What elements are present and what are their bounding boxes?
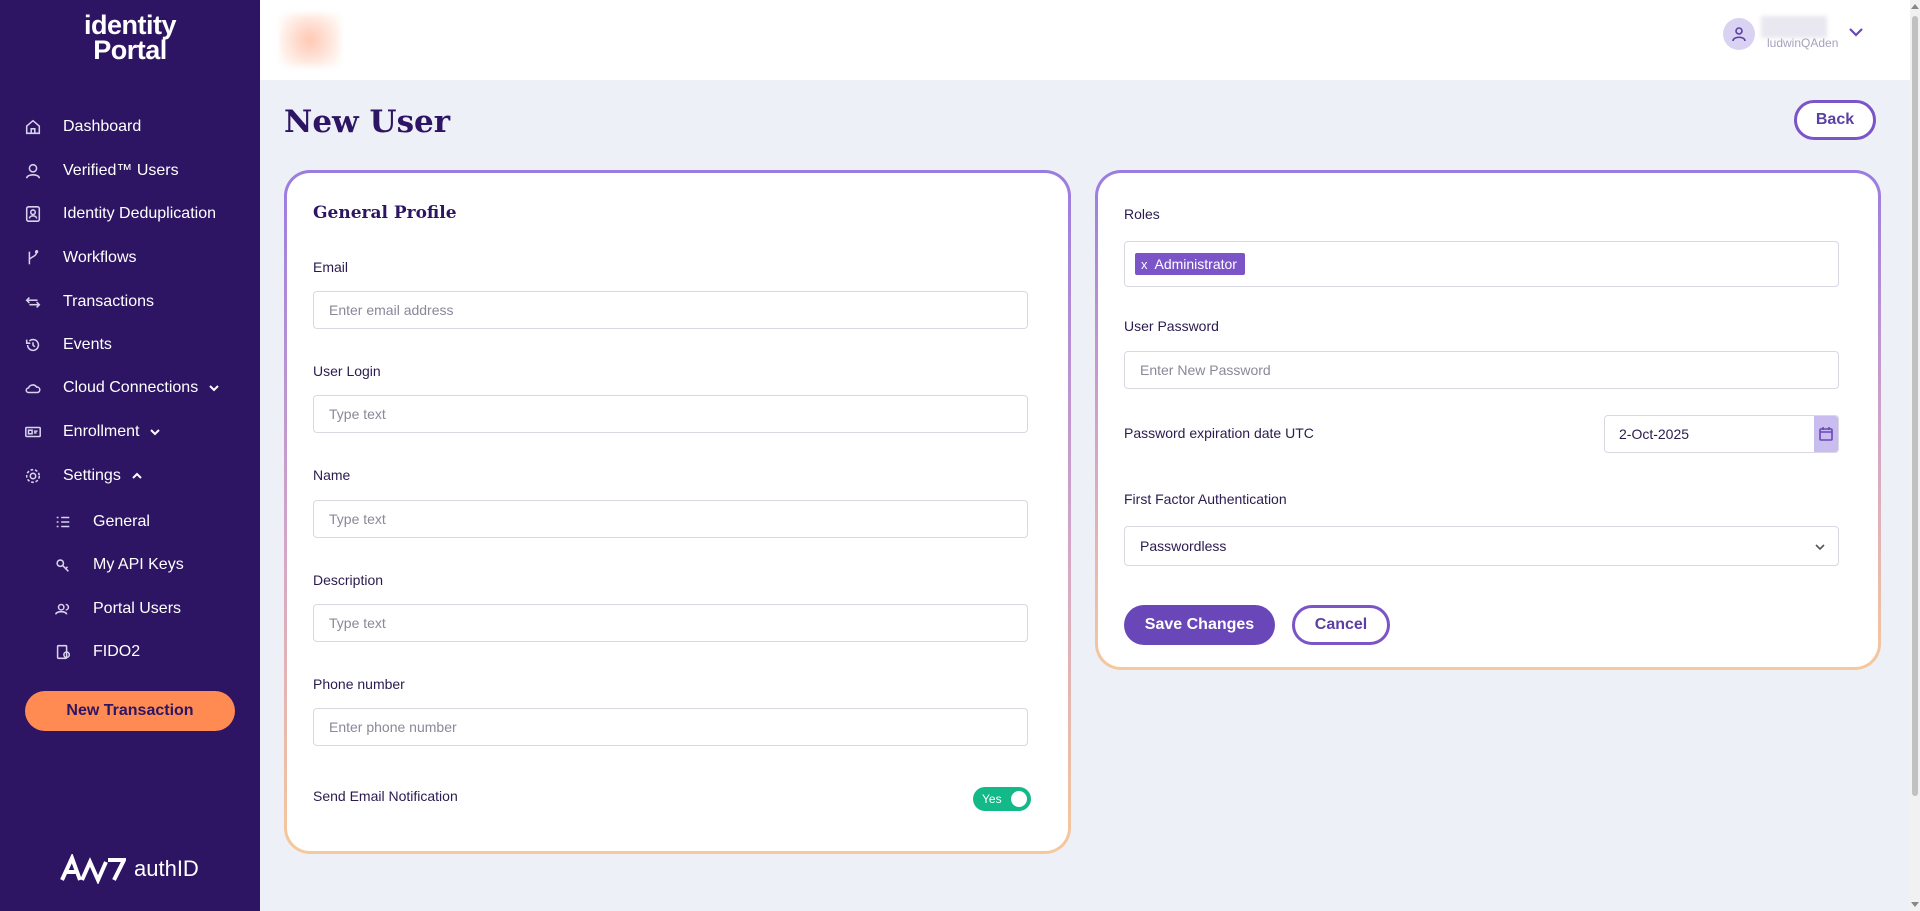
sidebar-item-general[interactable]: General xyxy=(54,505,254,539)
sidebar-item-label: Cloud Connections xyxy=(63,379,199,396)
save-changes-button[interactable]: Save Changes xyxy=(1124,605,1275,645)
user-menu[interactable]: ludwinQAden xyxy=(1723,16,1865,52)
sidebar-item-label: Settings xyxy=(63,467,121,484)
history-icon xyxy=(24,335,50,355)
phone-field[interactable] xyxy=(313,708,1028,746)
chevron-down-icon xyxy=(1814,540,1826,556)
sidebar-item-label: Enrollment xyxy=(63,423,140,440)
gear-icon xyxy=(24,466,50,486)
sidebar-item-identity-deduplication[interactable]: Identity Deduplication xyxy=(24,197,254,231)
email-label: Email xyxy=(313,259,349,275)
chevron-down-icon xyxy=(149,426,161,438)
sidebar-item-label: FIDO2 xyxy=(93,643,141,660)
sidebar-item-label: General xyxy=(93,513,150,530)
page-scrollbar[interactable] xyxy=(1910,0,1920,911)
user-password-label: User Password xyxy=(1124,318,1219,334)
chevron-down-icon xyxy=(208,382,220,394)
user-name-text: ludwinQAden xyxy=(1767,36,1839,50)
sidebar-item-label: Dashboard xyxy=(63,118,142,135)
user-icon xyxy=(1732,27,1746,42)
send-email-notification-label: Send Email Notification xyxy=(313,788,458,804)
section-title: General Profile xyxy=(313,203,457,223)
sidebar-item-portal-users[interactable]: Portal Users xyxy=(54,592,254,626)
avatar xyxy=(1723,18,1755,50)
calendar-button[interactable] xyxy=(1814,416,1838,452)
role-chip: x Administrator xyxy=(1135,253,1245,275)
arrows-icon xyxy=(24,292,50,312)
user-name: ludwinQAden xyxy=(1761,16,1843,52)
sidebar-item-label: Verified™ Users xyxy=(63,162,179,179)
authid-brand: authID xyxy=(60,854,199,884)
access-card: Roles x Administrator User Password Pass… xyxy=(1095,170,1881,670)
sidebar-item-transactions[interactable]: Transactions xyxy=(24,285,254,319)
calendar-icon xyxy=(1819,427,1833,441)
authid-brand-text: authID xyxy=(134,856,199,881)
device-icon xyxy=(24,422,50,442)
cancel-button[interactable]: Cancel xyxy=(1292,605,1390,645)
branch-icon xyxy=(24,248,50,268)
page-title: New User xyxy=(284,104,451,140)
id-card-icon xyxy=(24,204,50,224)
users-icon xyxy=(54,599,80,619)
description-label: Description xyxy=(313,572,384,588)
sidebar-item-settings[interactable]: Settings xyxy=(24,459,254,493)
sidebar-item-label: Events xyxy=(63,336,112,353)
password-expiration-label: Password expiration date UTC xyxy=(1124,425,1314,441)
new-transaction-button[interactable]: New Transaction xyxy=(25,691,235,731)
send-email-notification-toggle[interactable]: Yes xyxy=(973,787,1031,811)
sidebar-item-label: My API Keys xyxy=(93,556,184,573)
sidebar-item-verified-users[interactable]: Verified™ Users xyxy=(24,154,254,188)
list-icon xyxy=(54,512,80,532)
back-button[interactable]: Back xyxy=(1794,100,1876,140)
home-icon xyxy=(24,117,50,137)
email-field[interactable] xyxy=(313,291,1028,329)
roles-multiselect[interactable]: x Administrator xyxy=(1124,241,1839,287)
scrollbar-thumb[interactable] xyxy=(1912,16,1918,796)
first-factor-auth-value: Passwordless xyxy=(1140,538,1227,554)
general-profile-card: General Profile Email User Login Name De… xyxy=(284,170,1071,854)
password-expiration-date-field[interactable] xyxy=(1605,416,1814,452)
chevron-up-icon xyxy=(131,470,143,482)
authid-logo-icon xyxy=(60,854,126,884)
sidebar-item-enrollment[interactable]: Enrollment xyxy=(24,415,254,449)
top-bar: ludwinQAden xyxy=(260,0,1910,80)
logo-line-2: Portal xyxy=(93,35,167,65)
sidebar-item-label: Transactions xyxy=(63,293,154,310)
first-factor-auth-label: First Factor Authentication xyxy=(1124,491,1287,507)
scroll-up-arrow-icon[interactable] xyxy=(1911,4,1919,9)
organization-logo xyxy=(280,14,340,66)
user-password-field[interactable] xyxy=(1124,351,1839,389)
fido-icon xyxy=(54,642,80,662)
sidebar-item-cloud-connections[interactable]: Cloud Connections xyxy=(24,371,254,405)
sidebar-item-label: Identity Deduplication xyxy=(63,205,216,222)
identity-portal-logo[interactable]: identity Portal xyxy=(0,12,260,64)
sidebar-item-dashboard[interactable]: Dashboard xyxy=(24,110,254,144)
sidebar-item-workflows[interactable]: Workflows xyxy=(24,241,254,275)
role-chip-label: Administrator xyxy=(1154,256,1237,272)
password-expiration-date-picker xyxy=(1604,415,1839,453)
user-name-redaction xyxy=(1761,16,1827,38)
user-icon xyxy=(24,161,50,181)
user-login-field[interactable] xyxy=(313,395,1028,433)
phone-label: Phone number xyxy=(313,676,405,692)
sidebar-item-label: Portal Users xyxy=(93,600,182,617)
sidebar-item-fido2[interactable]: FIDO2 xyxy=(54,635,254,669)
sidebar-item-my-api-keys[interactable]: My API Keys xyxy=(54,548,254,582)
sidebar-item-events[interactable]: Events xyxy=(24,328,254,362)
chevron-down-icon xyxy=(1843,25,1865,43)
name-label: Name xyxy=(313,467,351,483)
first-factor-auth-select[interactable]: Passwordless xyxy=(1124,526,1839,566)
toggle-state-label: Yes xyxy=(982,792,1002,806)
description-field[interactable] xyxy=(313,604,1028,642)
toggle-knob xyxy=(1011,791,1027,807)
sidebar-item-label: Workflows xyxy=(63,249,137,266)
key-icon xyxy=(54,555,80,575)
cloud-icon xyxy=(24,378,50,398)
scroll-down-arrow-icon[interactable] xyxy=(1911,902,1919,907)
remove-role-icon[interactable]: x xyxy=(1141,257,1148,272)
sidebar: identity Portal Dashboard Verified™ User… xyxy=(0,0,260,911)
user-login-label: User Login xyxy=(313,363,381,379)
roles-label: Roles xyxy=(1124,206,1160,222)
name-field[interactable] xyxy=(313,500,1028,538)
